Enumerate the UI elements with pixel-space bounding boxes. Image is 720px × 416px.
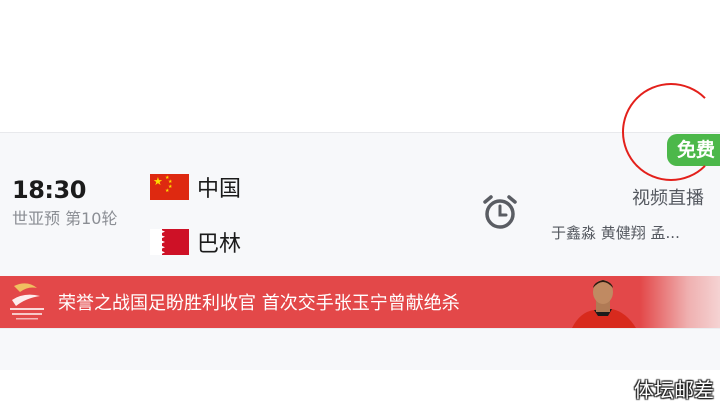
home-team-name: 中国 [197, 177, 242, 202]
banner-headline: 荣誉之战国足盼胜利收官 首次交手张玉宁曾献绝杀 [58, 293, 460, 314]
alarm-clock-icon[interactable] [480, 192, 520, 232]
news-banner[interactable]: 荣誉之战国足盼胜利收官 首次交手张玉宁曾献绝杀 [0, 276, 720, 328]
next-card-strip [0, 328, 720, 370]
china-flag-icon: ★ ★ ★ ★ ★ [150, 174, 189, 200]
league-round: 世亚预 第10轮 [12, 209, 118, 228]
home-team: ★ ★ ★ ★ ★ 中国 [150, 174, 242, 202]
broadcast-label[interactable]: 视频直播 [632, 184, 704, 210]
top-blank-area [0, 0, 720, 132]
bahrain-flag-icon [150, 229, 189, 255]
match-card[interactable] [0, 132, 720, 276]
annotation-circle [622, 83, 720, 181]
away-team-name: 巴林 [197, 232, 242, 257]
commentators: 于鑫淼 黄健翔 孟... [551, 224, 680, 242]
away-team: 巴林 [150, 229, 242, 257]
asian-qualifiers-logo [4, 278, 50, 324]
banner-fade [640, 276, 720, 328]
match-time: 18:30 [12, 176, 86, 204]
watermark: 体坛邮差 [634, 378, 714, 402]
